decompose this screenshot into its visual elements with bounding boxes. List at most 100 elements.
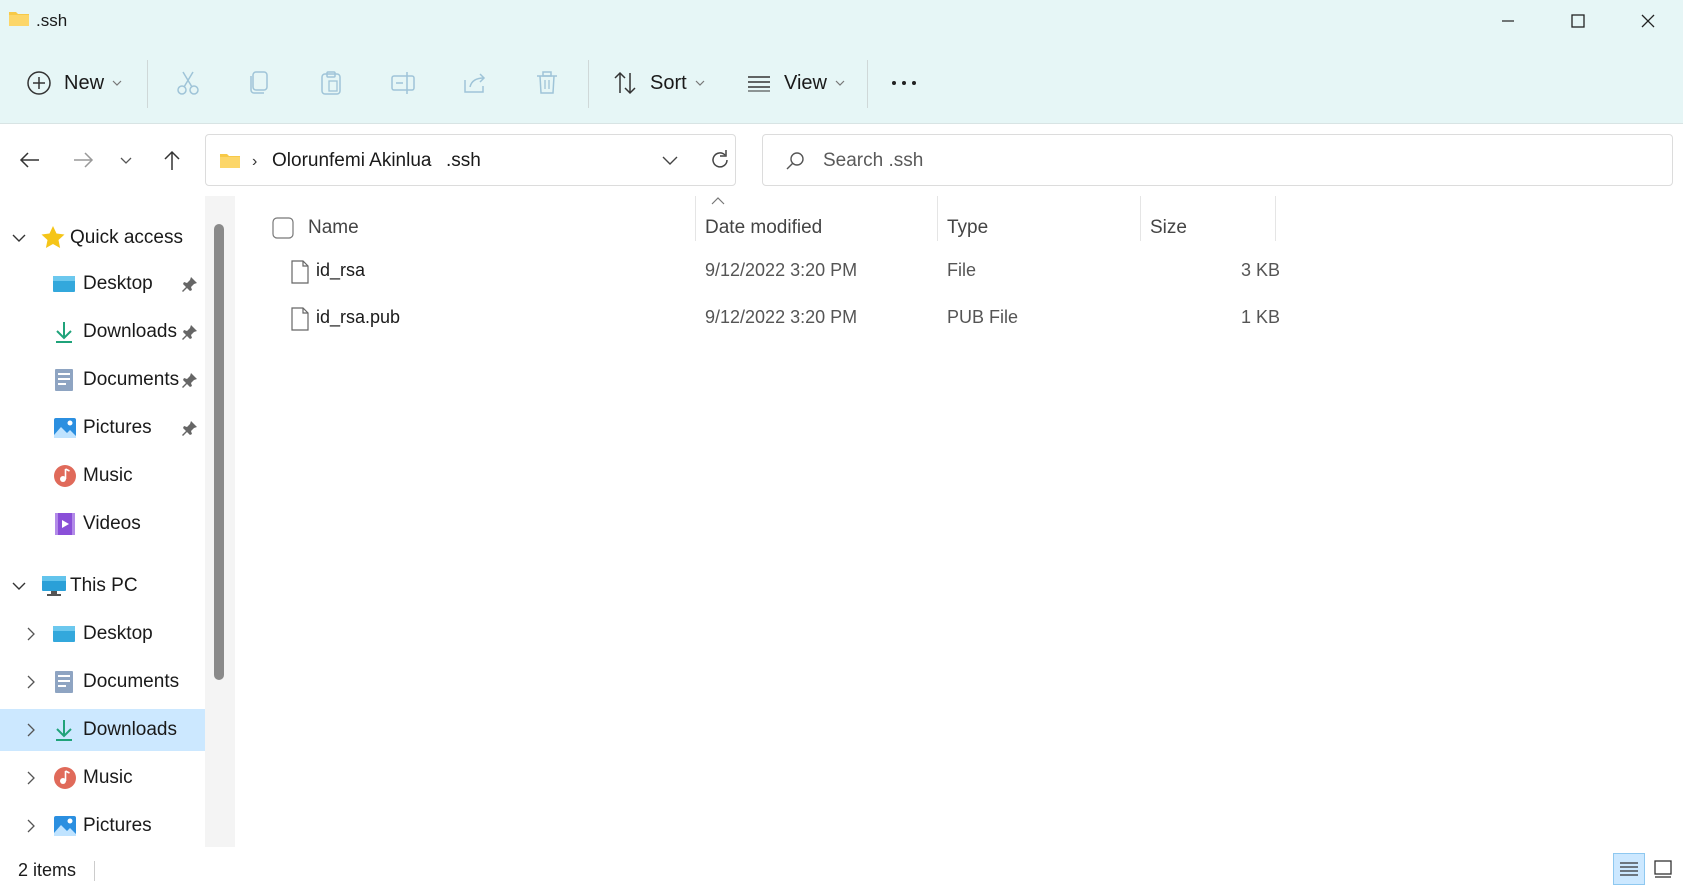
trash-icon: [537, 71, 557, 94]
refresh-icon[interactable]: [708, 148, 732, 172]
sidebar-item-pc-pictures[interactable]: Pictures: [0, 805, 205, 847]
sidebar-item-music[interactable]: Music: [0, 455, 205, 497]
share-button[interactable]: [462, 62, 488, 104]
forward-button[interactable]: [63, 142, 103, 178]
share-icon: [464, 73, 486, 93]
chevron-down-icon: [695, 80, 705, 86]
chevron-right-icon[interactable]: [26, 819, 36, 833]
sidebar-item-quick-access[interactable]: Quick access: [0, 217, 205, 259]
column-divider[interactable]: [1275, 196, 1276, 241]
breadcrumb-segment-ssh[interactable]: .ssh: [446, 150, 481, 172]
pin-icon[interactable]: [182, 276, 198, 292]
maximize-button[interactable]: [1543, 0, 1613, 42]
chevron-right-icon[interactable]: [26, 675, 36, 689]
sidebar-item-videos[interactable]: Videos: [0, 503, 205, 545]
view-label: View: [784, 71, 827, 94]
sidebar-item-pc-desktop[interactable]: Desktop: [0, 613, 205, 655]
search-input[interactable]: Search .ssh: [823, 150, 923, 172]
recent-locations-button[interactable]: [108, 142, 144, 178]
cut-button[interactable]: [175, 62, 201, 104]
title-bar: .ssh: [0, 0, 1683, 42]
address-bar[interactable]: › Olorunfemi Akinlua › .ssh: [205, 134, 736, 186]
paste-icon: [321, 71, 341, 95]
file-icon: [291, 307, 309, 331]
column-divider[interactable]: [937, 196, 938, 241]
sidebar-item-this-pc[interactable]: This PC: [0, 565, 205, 607]
sort-label: Sort: [650, 71, 687, 94]
chevron-down-icon: [835, 80, 845, 86]
more-options-button[interactable]: [890, 62, 918, 104]
chevron-down-icon[interactable]: [12, 581, 26, 591]
column-header-size[interactable]: Size: [1150, 208, 1187, 248]
close-button[interactable]: [1613, 0, 1683, 42]
list-view-icon: [748, 76, 770, 92]
file-type: File: [947, 260, 977, 280]
column-header-label: Name: [308, 217, 359, 238]
file-icon: [291, 260, 309, 284]
select-all-checkbox[interactable]: [272, 208, 294, 248]
sidebar-item-label: Downloads: [83, 719, 177, 740]
file-row-id-rsa[interactable]: id_rsa 9/12/2022 3:20 PM File 3 KB: [255, 250, 1525, 294]
back-button[interactable]: [10, 142, 50, 178]
chevron-down-icon[interactable]: [661, 151, 679, 169]
column-header-label: Size: [1150, 217, 1187, 238]
arrow-up-icon: [164, 150, 180, 170]
chevron-right-icon[interactable]: [26, 723, 36, 737]
chevron-down-icon[interactable]: [12, 233, 26, 243]
details-view-button[interactable]: [1613, 853, 1645, 885]
videos-icon: [55, 513, 75, 535]
column-header-name[interactable]: Name: [308, 208, 359, 248]
pin-icon[interactable]: [182, 324, 198, 340]
search-box[interactable]: Search .ssh: [762, 134, 1673, 186]
sidebar-item-label: Desktop: [83, 273, 153, 294]
column-header-type[interactable]: Type: [947, 208, 988, 248]
music-icon: [54, 767, 76, 789]
sidebar-item-label: Music: [83, 465, 133, 486]
desktop-icon: [53, 626, 75, 642]
sidebar-item-label: Videos: [83, 513, 141, 534]
column-header-date[interactable]: Date modified: [705, 208, 822, 248]
sidebar-item-pc-documents[interactable]: Documents: [0, 661, 205, 703]
pictures-icon: [54, 418, 76, 438]
sidebar-item-label: This PC: [70, 575, 138, 596]
checkbox-icon: [272, 217, 294, 239]
up-button[interactable]: [152, 142, 192, 178]
sidebar-item-documents[interactable]: Documents: [0, 359, 205, 401]
sidebar-item-label: Music: [83, 767, 133, 788]
plus-circle-icon: [27, 71, 51, 95]
sidebar-item-label: Desktop: [83, 623, 153, 644]
column-divider[interactable]: [695, 196, 696, 241]
sidebar-item-pc-downloads[interactable]: Downloads: [0, 709, 205, 751]
sidebar-item-pictures[interactable]: Pictures: [0, 407, 205, 449]
sidebar-item-downloads[interactable]: Downloads: [0, 311, 205, 353]
sidebar-item-desktop[interactable]: Desktop: [0, 263, 205, 305]
chevron-right-icon[interactable]: [26, 627, 36, 641]
paste-button[interactable]: [318, 62, 344, 104]
breadcrumb-chevron-icon: ›: [426, 153, 432, 170]
column-header-label: Type: [947, 217, 989, 238]
pictures-icon: [54, 816, 76, 836]
chevron-down-icon: [120, 157, 132, 164]
sidebar-scrollbar-thumb[interactable]: [214, 224, 224, 680]
delete-button[interactable]: [534, 62, 560, 104]
rename-button[interactable]: [390, 62, 418, 104]
sidebar-item-pc-music[interactable]: Music: [0, 757, 205, 799]
chevron-right-icon[interactable]: [26, 771, 36, 785]
new-button[interactable]: New: [26, 62, 122, 104]
large-icons-view-button[interactable]: [1647, 853, 1679, 885]
copy-button[interactable]: [246, 62, 272, 104]
folder-icon: [220, 154, 240, 168]
status-bar: 2 items: [0, 847, 1683, 887]
sort-button[interactable]: Sort: [612, 62, 705, 104]
pin-icon[interactable]: [182, 420, 198, 436]
column-divider[interactable]: [1140, 196, 1141, 241]
file-row-id-rsa-pub[interactable]: id_rsa.pub 9/12/2022 3:20 PM PUB File 1 …: [255, 297, 1525, 341]
pin-icon[interactable]: [182, 372, 198, 388]
navigation-bar: › Olorunfemi Akinlua › .ssh Search .ssh: [0, 124, 1683, 196]
sidebar-item-label: Quick access: [70, 227, 183, 248]
breadcrumb-segment-user[interactable]: Olorunfemi Akinlua: [272, 150, 431, 172]
minimize-button[interactable]: [1473, 0, 1543, 42]
file-name: id_rsa.pub: [316, 307, 401, 327]
view-button[interactable]: View: [746, 62, 845, 104]
more-icon: [892, 81, 916, 85]
